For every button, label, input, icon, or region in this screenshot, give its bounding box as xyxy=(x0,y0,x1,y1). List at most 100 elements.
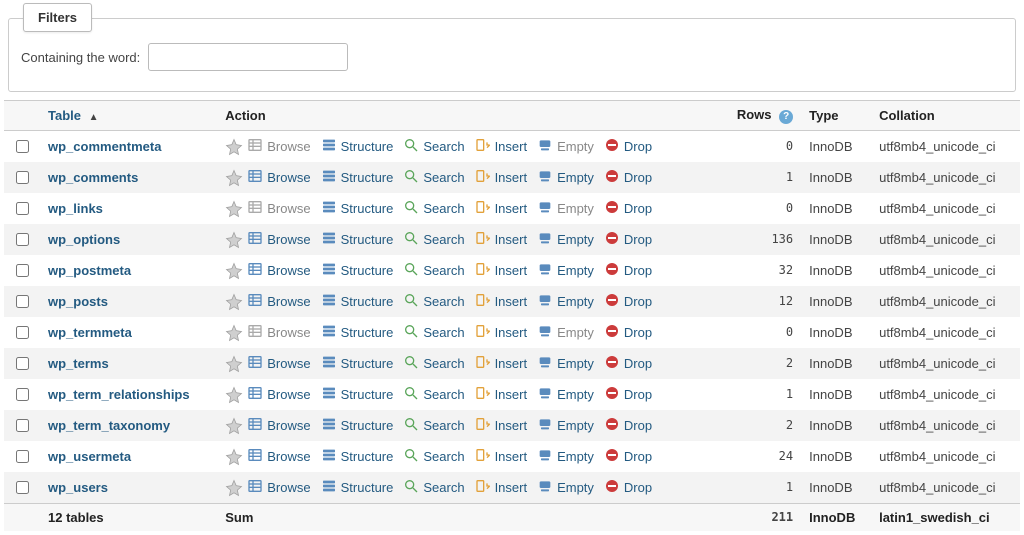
structure-action[interactable]: Structure xyxy=(317,230,398,249)
drop-action[interactable]: Drop xyxy=(600,478,656,497)
table-name-link[interactable]: wp_options xyxy=(48,232,120,247)
structure-action[interactable]: Structure xyxy=(317,199,398,218)
drop-action[interactable]: Drop xyxy=(600,168,656,187)
browse-action[interactable]: Browse xyxy=(243,261,314,280)
drop-action[interactable]: Drop xyxy=(600,385,656,404)
row-checkbox[interactable] xyxy=(16,171,29,184)
browse-action[interactable]: Browse xyxy=(243,385,314,404)
browse-action[interactable]: Browse xyxy=(243,416,314,435)
insert-action[interactable]: Insert xyxy=(471,323,532,342)
drop-action[interactable]: Drop xyxy=(600,199,656,218)
favorite-star-icon[interactable] xyxy=(225,355,241,371)
insert-action[interactable]: Insert xyxy=(471,447,532,466)
row-checkbox[interactable] xyxy=(16,481,29,494)
insert-action[interactable]: Insert xyxy=(471,261,532,280)
empty-action[interactable]: Empty xyxy=(533,416,598,435)
table-name-link[interactable]: wp_postmeta xyxy=(48,263,131,278)
favorite-star-icon[interactable] xyxy=(225,231,241,247)
table-name-link[interactable]: wp_users xyxy=(48,480,108,495)
browse-action[interactable]: Browse xyxy=(243,292,314,311)
row-checkbox[interactable] xyxy=(16,450,29,463)
col-table[interactable]: Table ▲ xyxy=(40,101,217,131)
filters-tab[interactable]: Filters xyxy=(23,3,92,32)
empty-action[interactable]: Empty xyxy=(533,447,598,466)
row-checkbox[interactable] xyxy=(16,326,29,339)
drop-action[interactable]: Drop xyxy=(600,416,656,435)
row-checkbox[interactable] xyxy=(16,419,29,432)
table-name-link[interactable]: wp_links xyxy=(48,201,103,216)
table-name-link[interactable]: wp_terms xyxy=(48,356,109,371)
empty-action[interactable]: Empty xyxy=(533,168,598,187)
favorite-star-icon[interactable] xyxy=(225,448,241,464)
structure-action[interactable]: Structure xyxy=(317,261,398,280)
drop-action[interactable]: Drop xyxy=(600,230,656,249)
favorite-star-icon[interactable] xyxy=(225,200,241,216)
browse-action[interactable]: Browse xyxy=(243,478,314,497)
containing-word-input[interactable] xyxy=(148,43,348,71)
favorite-star-icon[interactable] xyxy=(225,293,241,309)
favorite-star-icon[interactable] xyxy=(225,324,241,340)
table-name-link[interactable]: wp_termmeta xyxy=(48,325,132,340)
favorite-star-icon[interactable] xyxy=(225,169,241,185)
structure-action[interactable]: Structure xyxy=(317,385,398,404)
browse-action[interactable]: Browse xyxy=(243,230,314,249)
browse-action[interactable]: Browse xyxy=(243,137,314,156)
favorite-star-icon[interactable] xyxy=(225,417,241,433)
row-checkbox[interactable] xyxy=(16,264,29,277)
table-name-link[interactable]: wp_term_relationships xyxy=(48,387,190,402)
row-checkbox[interactable] xyxy=(16,295,29,308)
structure-action[interactable]: Structure xyxy=(317,168,398,187)
browse-action[interactable]: Browse xyxy=(243,354,314,373)
search-action[interactable]: Search xyxy=(399,230,468,249)
browse-action[interactable]: Browse xyxy=(243,199,314,218)
insert-action[interactable]: Insert xyxy=(471,199,532,218)
empty-action[interactable]: Empty xyxy=(533,199,598,218)
empty-action[interactable]: Empty xyxy=(533,137,598,156)
row-checkbox[interactable] xyxy=(16,202,29,215)
insert-action[interactable]: Insert xyxy=(471,137,532,156)
browse-action[interactable]: Browse xyxy=(243,323,314,342)
empty-action[interactable]: Empty xyxy=(533,230,598,249)
search-action[interactable]: Search xyxy=(399,168,468,187)
insert-action[interactable]: Insert xyxy=(471,168,532,187)
insert-action[interactable]: Insert xyxy=(471,416,532,435)
drop-action[interactable]: Drop xyxy=(600,261,656,280)
drop-action[interactable]: Drop xyxy=(600,137,656,156)
search-action[interactable]: Search xyxy=(399,478,468,497)
row-checkbox[interactable] xyxy=(16,388,29,401)
empty-action[interactable]: Empty xyxy=(533,261,598,280)
row-checkbox[interactable] xyxy=(16,233,29,246)
search-action[interactable]: Search xyxy=(399,323,468,342)
search-action[interactable]: Search xyxy=(399,447,468,466)
table-name-link[interactable]: wp_posts xyxy=(48,294,108,309)
search-action[interactable]: Search xyxy=(399,416,468,435)
col-table-link[interactable]: Table xyxy=(48,108,81,123)
structure-action[interactable]: Structure xyxy=(317,416,398,435)
empty-action[interactable]: Empty xyxy=(533,478,598,497)
search-action[interactable]: Search xyxy=(399,354,468,373)
favorite-star-icon[interactable] xyxy=(225,138,241,154)
drop-action[interactable]: Drop xyxy=(600,292,656,311)
insert-action[interactable]: Insert xyxy=(471,354,532,373)
table-name-link[interactable]: wp_term_taxonomy xyxy=(48,418,170,433)
favorite-star-icon[interactable] xyxy=(225,479,241,495)
table-name-link[interactable]: wp_commentmeta xyxy=(48,139,161,154)
empty-action[interactable]: Empty xyxy=(533,292,598,311)
row-checkbox[interactable] xyxy=(16,140,29,153)
search-action[interactable]: Search xyxy=(399,292,468,311)
rows-help-icon[interactable]: ? xyxy=(779,110,793,124)
table-name-link[interactable]: wp_comments xyxy=(48,170,138,185)
structure-action[interactable]: Structure xyxy=(317,292,398,311)
empty-action[interactable]: Empty xyxy=(533,354,598,373)
drop-action[interactable]: Drop xyxy=(600,447,656,466)
row-checkbox[interactable] xyxy=(16,357,29,370)
structure-action[interactable]: Structure xyxy=(317,137,398,156)
structure-action[interactable]: Structure xyxy=(317,354,398,373)
drop-action[interactable]: Drop xyxy=(600,354,656,373)
drop-action[interactable]: Drop xyxy=(600,323,656,342)
table-name-link[interactable]: wp_usermeta xyxy=(48,449,131,464)
structure-action[interactable]: Structure xyxy=(317,447,398,466)
search-action[interactable]: Search xyxy=(399,199,468,218)
browse-action[interactable]: Browse xyxy=(243,447,314,466)
insert-action[interactable]: Insert xyxy=(471,230,532,249)
